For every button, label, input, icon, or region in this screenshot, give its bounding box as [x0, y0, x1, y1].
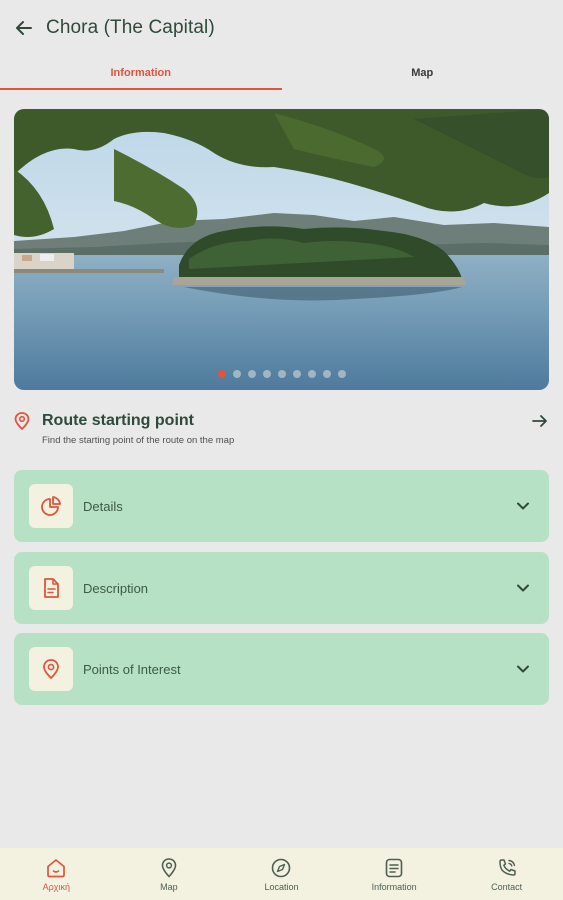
arrow-right-icon[interactable] — [531, 412, 549, 430]
route-subtitle: Find the starting point of the route on … — [42, 435, 235, 446]
page-title: Chora (The Capital) — [46, 17, 215, 38]
carousel-dot[interactable] — [232, 370, 241, 378]
nav-map[interactable]: Map — [113, 848, 226, 900]
nav-home-label: Αρχική — [42, 881, 70, 892]
home-icon — [47, 858, 66, 877]
route-starting-point[interactable]: Route starting point Find the starting p… — [14, 408, 549, 452]
chevron-down-icon — [515, 580, 531, 596]
back-button[interactable] — [2, 0, 46, 56]
carousel-dot[interactable] — [337, 370, 346, 378]
nav-map-label: Map — [160, 881, 178, 892]
nav-contact-label: Contact — [491, 881, 523, 892]
image-carousel[interactable] — [14, 109, 549, 390]
description-icon-box — [29, 566, 73, 610]
info-list-icon — [385, 858, 403, 877]
carousel-dot[interactable] — [322, 370, 331, 378]
description-section[interactable]: Description — [14, 552, 549, 624]
phone-icon — [498, 858, 516, 876]
chevron-down-icon — [515, 661, 531, 677]
pie-chart-icon — [41, 496, 61, 516]
points-of-interest-section[interactable]: Points of Interest — [14, 633, 549, 705]
details-icon-box — [29, 484, 73, 528]
map-pin-icon — [161, 857, 177, 878]
chevron-down-icon — [515, 498, 531, 514]
carousel-dot[interactable] — [292, 370, 301, 378]
points-of-interest-label: Points of Interest — [83, 661, 181, 677]
details-section[interactable]: Details — [14, 470, 549, 542]
nav-location[interactable]: Location — [225, 848, 338, 900]
location-pin-icon — [14, 412, 30, 430]
arrow-left-icon — [16, 21, 32, 35]
carousel-dot[interactable] — [277, 370, 286, 378]
description-label: Description — [83, 580, 149, 596]
carousel-dot[interactable] — [217, 370, 226, 378]
details-label: Details — [83, 498, 123, 514]
compass-icon — [272, 858, 291, 877]
nav-information[interactable]: Information — [338, 848, 451, 900]
location-pin-icon — [43, 659, 59, 680]
carousel-indicators — [14, 370, 549, 378]
app-bar: Chora (The Capital) — [0, 0, 563, 56]
points-of-interest-icon-box — [29, 647, 73, 691]
document-icon — [44, 578, 59, 598]
tab-map[interactable]: Map — [282, 56, 563, 90]
carousel-dot[interactable] — [247, 370, 256, 378]
carousel-image — [14, 109, 549, 390]
tab-information[interactable]: Information — [0, 56, 282, 90]
bottom-navigation: Αρχική Map Location Information Contact — [0, 848, 563, 900]
nav-home[interactable]: Αρχική — [0, 848, 113, 900]
nav-location-label: Location — [264, 881, 299, 892]
carousel-dot[interactable] — [262, 370, 271, 378]
tab-bar: Information Map — [0, 56, 563, 90]
carousel-dot[interactable] — [307, 370, 316, 378]
nav-contact[interactable]: Contact — [450, 848, 563, 900]
route-title: Route starting point — [42, 412, 194, 429]
nav-information-label: Information — [371, 881, 417, 892]
